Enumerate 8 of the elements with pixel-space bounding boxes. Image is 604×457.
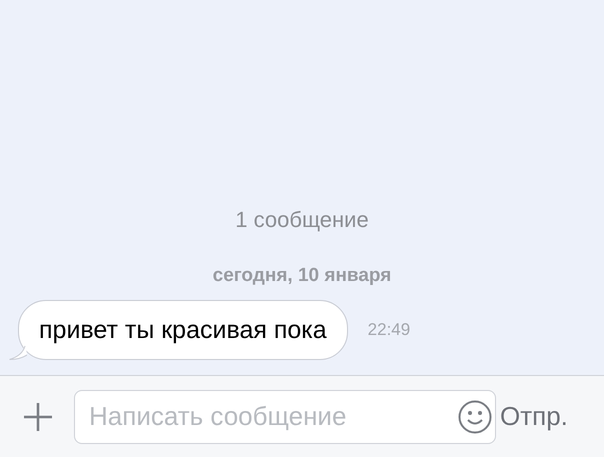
message-time: 22:49 [368,319,410,342]
message-count: 1 сообщение [235,206,369,234]
date-header: сегодня, 10 января [212,264,392,288]
bubble-tail-icon [9,344,27,360]
send-button[interactable]: Отпр. [500,397,568,436]
add-icon[interactable] [22,400,54,432]
message-input[interactable]: Написать сообщение [74,390,496,444]
message-bubble: привет ты красивая пока [18,300,348,360]
